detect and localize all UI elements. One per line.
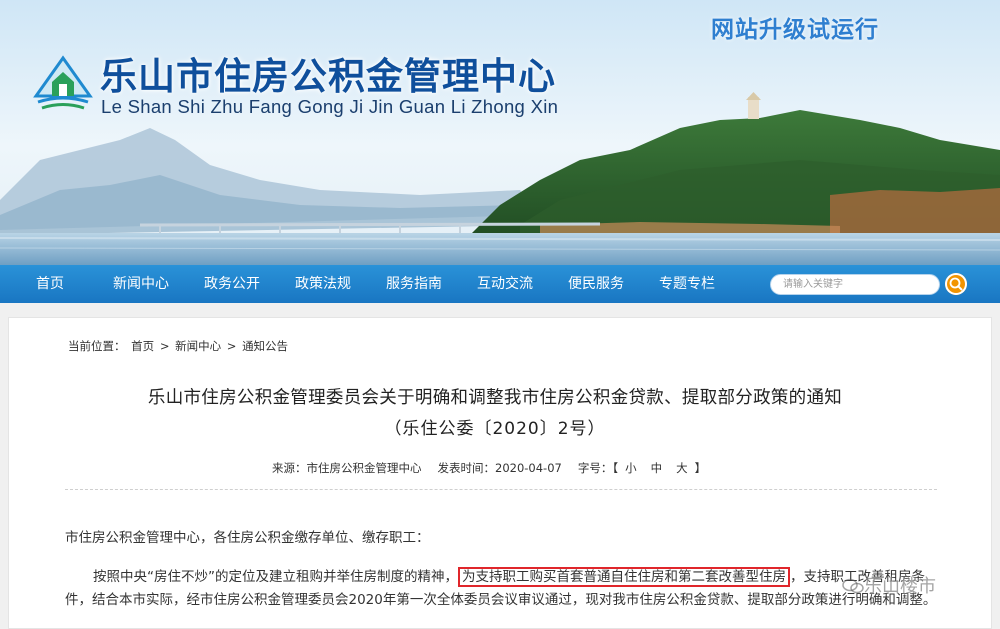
article-salutation: 市住房公积金管理中心，各住房公积金缴存单位、缴存职工： bbox=[65, 530, 430, 546]
center-logo-icon bbox=[33, 55, 93, 110]
date-value: 2020-04-07 bbox=[495, 461, 562, 475]
article-meta: 来源：市住房公积金管理中心 发表时间：2020-04-07 字号：【小中大】 bbox=[272, 460, 706, 476]
nav-item-home[interactable]: 首页 bbox=[36, 265, 64, 303]
highlighted-text: 为支持职工购买首套普通自住住房和第二套改善型住房 bbox=[458, 567, 790, 587]
breadcrumb-item-notices[interactable]: 通知公告 bbox=[242, 339, 288, 353]
nav-item-special[interactable]: 专题专栏 bbox=[659, 265, 715, 303]
watermark: 乐山楼市 bbox=[842, 572, 936, 598]
breadcrumb-separator: > bbox=[226, 339, 237, 353]
font-size-small[interactable]: 小 bbox=[625, 461, 637, 475]
nav-item-govinfo[interactable]: 政务公开 bbox=[204, 265, 260, 303]
upgrade-notice: 网站升级试运行 bbox=[711, 17, 879, 43]
nav-item-interact[interactable]: 互动交流 bbox=[477, 265, 533, 303]
meta-divider bbox=[65, 489, 937, 490]
breadcrumb-separator: > bbox=[159, 339, 170, 353]
source-label: 来源： bbox=[272, 461, 307, 475]
breadcrumb-item-news[interactable]: 新闻中心 bbox=[175, 339, 221, 353]
breadcrumb: 当前位置： 首页 > 新闻中心 > 通知公告 bbox=[68, 338, 290, 354]
article-title: 乐山市住房公积金管理委员会关于明确和调整我市住房公积金贷款、提取部分政策的通知 bbox=[147, 388, 843, 408]
article-paragraph: 按照中央“房住不炒”的定位及建立租购并举住房制度的精神， 为支持职工购买首套普通自… bbox=[65, 566, 945, 612]
font-size-bracket-close: 】 bbox=[694, 461, 707, 475]
nav-item-guide[interactable]: 服务指南 bbox=[386, 265, 442, 303]
font-size-bracket-open: 【 bbox=[612, 461, 619, 475]
search-icon bbox=[949, 277, 963, 291]
article-doc-number: （乐住公委〔2020〕2号） bbox=[384, 419, 606, 439]
main-nav: 首页 新闻中心 政务公开 政策法规 服务指南 互动交流 便民服务 专题专栏 bbox=[0, 265, 1000, 303]
nav-item-policy[interactable]: 政策法规 bbox=[295, 265, 351, 303]
site-title: 乐山市住房公积金管理中心 bbox=[100, 55, 556, 98]
search-box bbox=[770, 274, 940, 295]
site-title-pinyin: Le Shan Shi Zhu Fang Gong Ji Jin Guan Li… bbox=[101, 96, 559, 117]
font-size-large[interactable]: 大 bbox=[676, 461, 688, 475]
search-input[interactable] bbox=[783, 275, 913, 294]
nav-item-service[interactable]: 便民服务 bbox=[568, 265, 624, 303]
paragraph-text-before: 按照中央“房住不炒”的定位及建立租购并举住房制度的精神， bbox=[93, 569, 458, 585]
date-label: 发表时间： bbox=[437, 461, 496, 475]
font-size-label: 字号： bbox=[577, 461, 613, 475]
wechat-icon bbox=[842, 578, 864, 594]
breadcrumb-prefix: 当前位置： bbox=[68, 339, 126, 353]
breadcrumb-item-home[interactable]: 首页 bbox=[131, 339, 154, 353]
source-value: 市住房公积金管理中心 bbox=[306, 461, 422, 475]
nav-item-news[interactable]: 新闻中心 bbox=[113, 265, 169, 303]
font-size-medium[interactable]: 中 bbox=[651, 461, 663, 475]
search-button[interactable] bbox=[945, 273, 967, 295]
watermark-text: 乐山楼市 bbox=[864, 576, 936, 597]
site-banner: 乐山市住房公积金管理中心 Le Shan Shi Zhu Fang Gong J… bbox=[0, 0, 1000, 265]
